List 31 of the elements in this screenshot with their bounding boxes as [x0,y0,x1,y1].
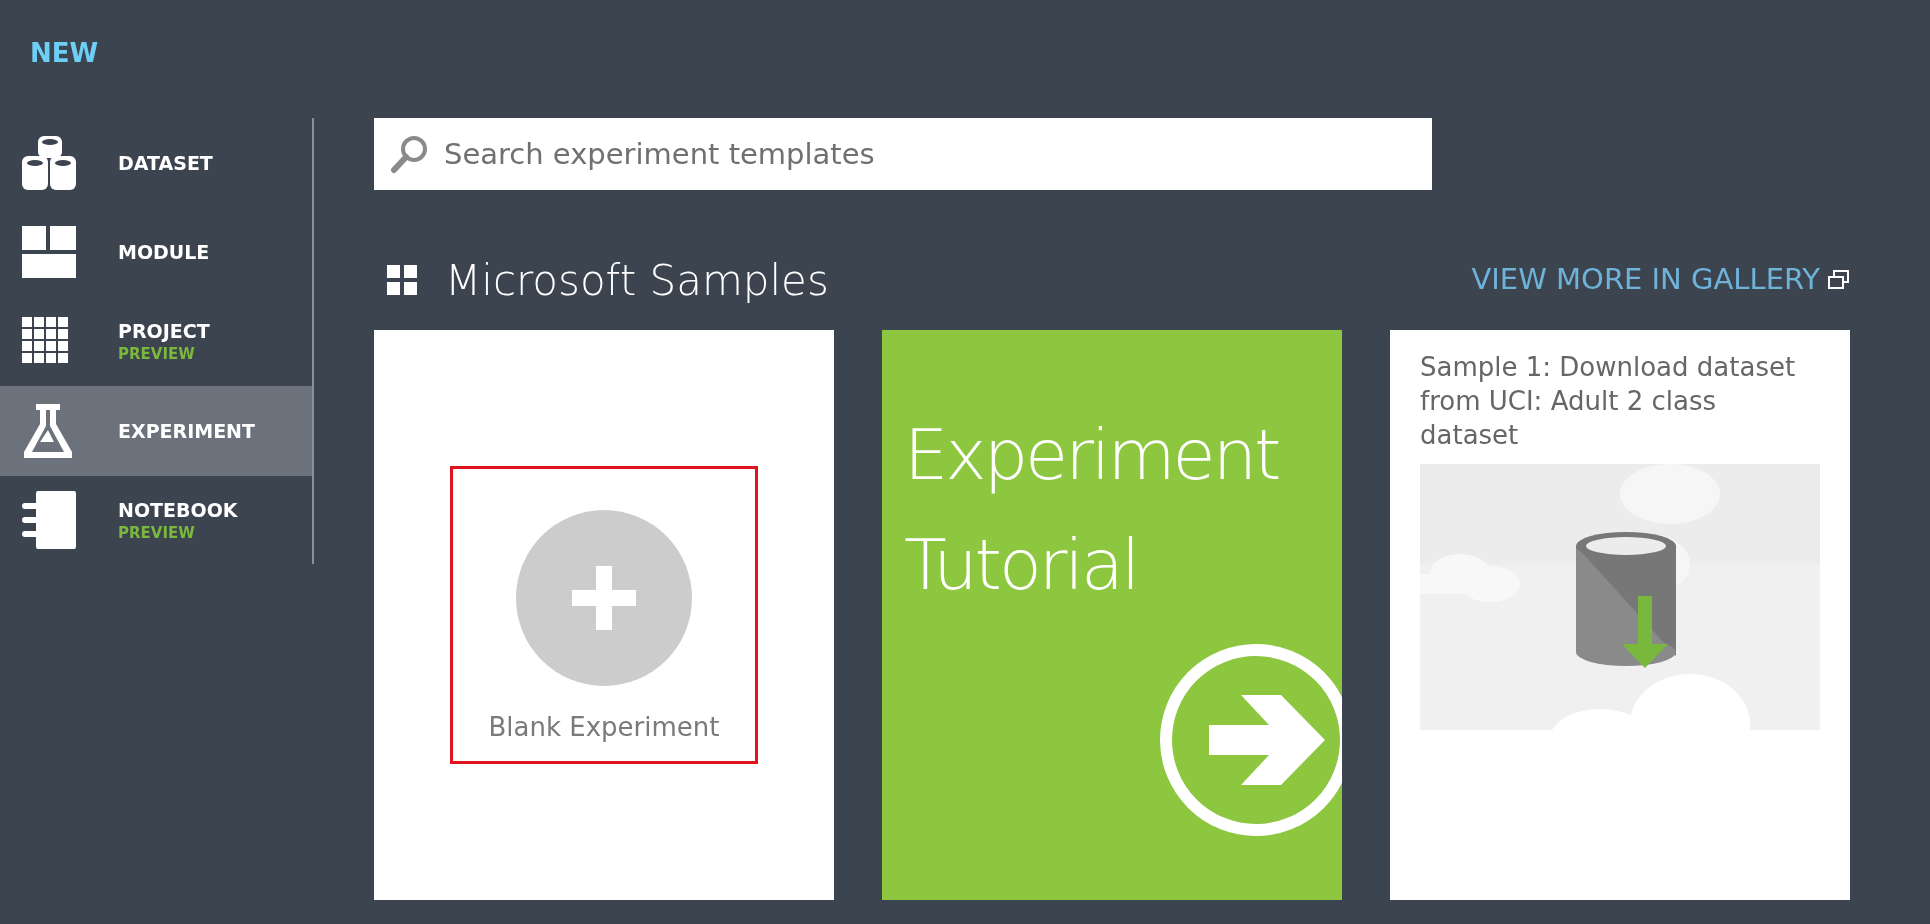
search-field[interactable]: Search experiment templates [374,118,1432,190]
search-icon [390,134,430,174]
view-more-link[interactable]: VIEW MORE IN GALLERY [1471,258,1850,302]
notebook-icon [22,491,76,549]
sidebar-label: PROJECT [118,319,210,344]
sample-card[interactable]: Sample 1: Download dataset from UCI: Adult 2 class dataset [1390,330,1850,900]
grid-icon [22,317,70,365]
database-cylinders-icon [22,134,78,192]
external-window-icon [1828,270,1850,290]
preview-label: PREVIEW [118,344,196,364]
plus-circle-icon [516,510,692,686]
sidebar-item[interactable]: PROJECT PREVIEW [0,296,312,386]
grid-icon [387,265,417,295]
sidebar-item[interactable]: NOTEBOOK PREVIEW [0,476,312,564]
tile-title: Tutorial [904,523,1138,608]
flask-icon [22,402,74,460]
module-blocks-icon [22,226,76,278]
blank-experiment-card[interactable]: Blank Experiment [374,330,834,900]
sample-title: Sample 1: Download dataset from UCI: Adult 2 class dataset [1420,351,1797,452]
tile-title: Experiment [904,413,1279,498]
section-title: Microsoft Samples [445,254,829,307]
sidebar-item[interactable]: EXPERIMENT [0,386,312,476]
sidebar-label: DATASET [118,151,213,176]
sidebar-label: EXPERIMENT [118,419,255,444]
sidebar-label: NOTEBOOK [118,498,238,523]
new-title: NEW [30,38,99,68]
preview-label: PREVIEW [118,523,196,543]
sidebar-label: MODULE [118,240,210,265]
sidebar-item[interactable]: DATASET [0,118,312,208]
blank-experiment-label: Blank Experiment [488,711,720,744]
sidebar-item[interactable]: MODULE [0,208,312,296]
